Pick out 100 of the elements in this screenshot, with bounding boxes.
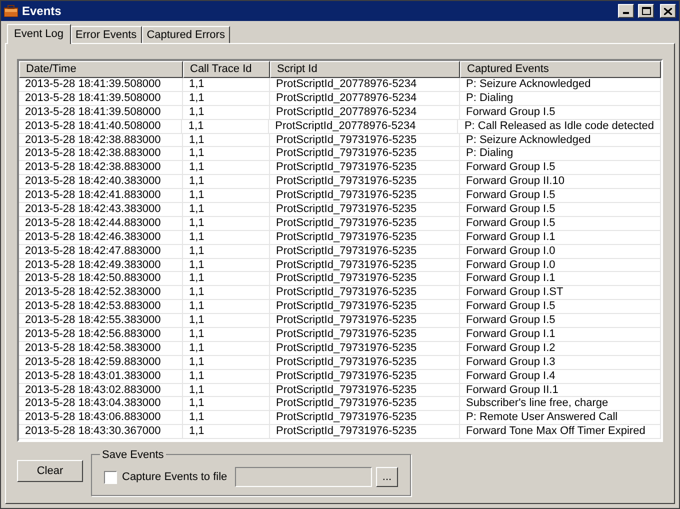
table-cell: Forward Group I.1: [460, 328, 661, 341]
table-cell: 2013-5-28 18:42:53.883000: [19, 300, 183, 314]
table-cell: 1,1: [183, 230, 270, 244]
table-cell: 2013-5-28 18:42:52.383000: [19, 286, 183, 300]
table-cell: 1,1: [183, 384, 270, 396]
table-cell: ProtScriptId_79731976-5235: [270, 314, 460, 328]
table-cell: ProtScriptId_79731976-5235: [270, 370, 460, 383]
table-cell: 1,1: [183, 106, 270, 119]
maximize-icon: [642, 7, 650, 15]
close-icon: [664, 8, 672, 14]
table-cell: 1,1: [183, 425, 270, 438]
table-cell: 2013-5-28 18:42:38.883000: [19, 147, 183, 160]
table-cell: 2013-5-28 18:42:38.883000: [19, 161, 183, 174]
table-cell: 2013-5-28 18:42:46.383000: [19, 230, 183, 244]
table-cell: 1,1: [183, 272, 270, 286]
table-cell: ProtScriptId_79731976-5235: [270, 216, 460, 230]
table-cell: 2013-5-28 18:41:39.508000: [19, 78, 183, 91]
column-header[interactable]: Captured Events: [460, 61, 661, 78]
table-cell: ProtScriptId_79731976-5235: [270, 384, 460, 396]
table-cell: 1,1: [183, 147, 270, 160]
table-cell: ProtScriptId_20778976-5234: [270, 78, 460, 91]
table-cell: ProtScriptId_20778976-5234: [270, 106, 460, 119]
table-cell: ProtScriptId_79731976-5235: [270, 425, 460, 438]
table-cell: 2013-5-28 18:41:39.508000: [19, 106, 183, 119]
table-cell: 2013-5-28 18:42:59.883000: [19, 356, 183, 369]
table-cell: 1,1: [183, 134, 270, 146]
table-cell: 1,1: [183, 411, 270, 424]
table-cell: Forward Group II.1: [460, 384, 661, 396]
table-cell: ProtScriptId_79731976-5235: [270, 134, 460, 146]
table-cell: Forward Group II.10: [460, 175, 661, 188]
table-cell: 1,1: [183, 314, 270, 328]
column-header[interactable]: Date/Time: [19, 61, 183, 78]
table-cell: Forward Group I.5: [460, 161, 661, 174]
table-cell: 1,1: [183, 328, 270, 341]
table-cell: P: Dialing: [460, 147, 661, 160]
table-cell: Forward Group I.3: [460, 356, 661, 369]
table-cell: P: Seizure Acknowledged: [460, 78, 661, 91]
table-cell: Forward Group I.1: [460, 272, 661, 286]
table-cell: P: Seizure Acknowledged: [460, 134, 661, 146]
table-cell: Forward Group I.5: [460, 189, 661, 202]
table-cell: 2013-5-28 18:43:01.383000: [19, 370, 183, 383]
minimize-button[interactable]: [618, 4, 634, 18]
table-cell: 1,1: [183, 286, 270, 300]
table-cell: 2013-5-28 18:42:47.883000: [19, 244, 183, 258]
table-cell: Forward Group I.2: [460, 342, 661, 355]
table-cell: 2013-5-28 18:43:30.367000: [19, 425, 183, 438]
maximize-button[interactable]: [638, 4, 654, 18]
table-cell: Forward Group I.5: [460, 314, 661, 328]
table-cell: 1,1: [183, 216, 270, 230]
table-cell: 1,1: [183, 258, 270, 272]
table-cell: 1,1: [183, 78, 270, 91]
table-cell: 2013-5-28 18:41:39.508000: [19, 92, 183, 105]
table-cell: 1,1: [182, 120, 270, 133]
table-cell: ProtScriptId_79731976-5235: [270, 300, 460, 314]
table-cell: 2013-5-28 18:42:55.383000: [19, 314, 183, 328]
table-cell: 1,1: [183, 161, 270, 174]
table-cell: ProtScriptId_79731976-5235: [270, 356, 460, 369]
table-cell: ProtScriptId_79731976-5235: [270, 397, 460, 410]
table-cell: 2013-5-28 18:43:06.883000: [19, 411, 183, 424]
tab[interactable]: Captured Errors: [142, 26, 230, 43]
column-header[interactable]: Script Id: [270, 61, 460, 78]
column-header[interactable]: Call Trace Id: [183, 61, 270, 78]
table-cell: Forward Group I.4: [460, 370, 661, 383]
checkbox-label: Capture Events to file: [122, 470, 228, 485]
table-cell: Forward Group I.ST: [460, 286, 661, 300]
tab[interactable]: Error Events: [70, 26, 142, 43]
table-cell: 1,1: [183, 397, 270, 410]
table-cell: 2013-5-28 18:43:02.883000: [19, 384, 183, 396]
table-cell: P: Remote User Answered Call: [460, 411, 661, 424]
table-cell: 2013-5-28 18:42:44.883000: [19, 216, 183, 230]
table-cell: ProtScriptId_79731976-5235: [270, 328, 460, 341]
table-cell: 2013-5-28 18:42:38.883000: [19, 134, 183, 146]
table-cell: 1,1: [183, 356, 270, 369]
table-cell: P: Call Released as Idle code detected: [458, 120, 661, 133]
tab[interactable]: Event Log: [7, 24, 71, 44]
browse-button[interactable]: ...: [376, 467, 398, 487]
table-cell: Forward Group I.1: [460, 230, 661, 244]
table-cell: ProtScriptId_79731976-5235: [270, 258, 460, 272]
table-cell: 2013-5-28 18:42:43.383000: [19, 203, 183, 216]
table-cell: Forward Group I.5: [460, 216, 661, 230]
close-button[interactable]: [660, 4, 676, 18]
table-cell: ProtScriptId_79731976-5235: [270, 230, 460, 244]
table-cell: 2013-5-28 18:42:41.883000: [19, 189, 183, 202]
table-cell: 1,1: [183, 342, 270, 355]
table-cell: ProtScriptId_20778976-5234: [269, 120, 458, 133]
table-cell: Forward Group I.5: [460, 203, 661, 216]
table-cell: 2013-5-28 18:42:56.883000: [19, 328, 183, 341]
capture-checkbox[interactable]: [104, 470, 117, 484]
table-cell: Subscriber's line free, charge: [460, 397, 661, 410]
table-cell: 1,1: [183, 175, 270, 188]
table-cell: ProtScriptId_79731976-5235: [270, 411, 460, 424]
table-cell: ProtScriptId_79731976-5235: [270, 272, 460, 286]
table-cell: 2013-5-28 18:43:04.383000: [19, 397, 183, 410]
clear-button[interactable]: Clear: [17, 460, 83, 482]
table-cell: 2013-5-28 18:42:40.383000: [19, 175, 183, 188]
table-cell: ProtScriptId_79731976-5235: [270, 203, 460, 216]
table-cell: ProtScriptId_79731976-5235: [270, 161, 460, 174]
table-cell: 2013-5-28 18:41:40.508000: [19, 120, 182, 133]
table-cell: ProtScriptId_79731976-5235: [270, 286, 460, 300]
table-cell: ProtScriptId_79731976-5235: [270, 342, 460, 355]
